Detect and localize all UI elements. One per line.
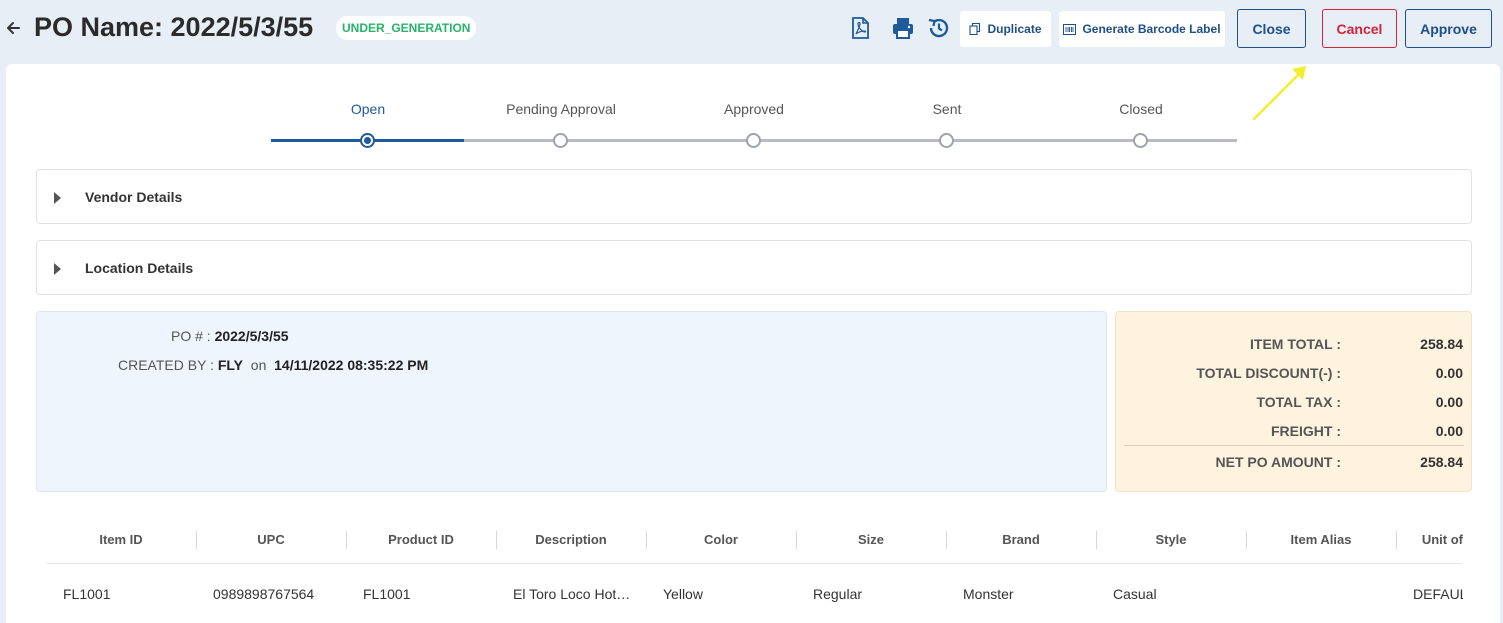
cell-style: Casual xyxy=(1113,586,1157,602)
column-separator xyxy=(1246,531,1247,549)
copy-icon xyxy=(969,23,981,35)
column-header-style[interactable]: Style xyxy=(1096,532,1246,547)
step-dot-pending-approval xyxy=(553,133,568,148)
cell-item-id: FL1001 xyxy=(63,586,111,602)
freight-label: FREIGHT : xyxy=(1271,423,1341,439)
vendor-details-label: Vendor Details xyxy=(85,189,183,205)
barcode-icon xyxy=(1063,23,1077,35)
item-total-value: 258.84 xyxy=(1420,336,1463,352)
step-label-approved: Approved xyxy=(724,101,784,117)
vendor-details-section[interactable]: Vendor Details xyxy=(36,169,1472,224)
cell-upc: 0989898767564 xyxy=(213,586,315,602)
net-po-amount-label: NET PO AMOUNT : xyxy=(1215,454,1341,470)
column-separator xyxy=(346,531,347,549)
freight-value: 0.00 xyxy=(1435,423,1463,439)
caret-right-icon xyxy=(54,263,61,275)
generate-barcode-button[interactable]: Generate Barcode Label xyxy=(1059,11,1225,47)
column-header-upc[interactable]: UPC xyxy=(196,532,346,547)
caret-right-icon xyxy=(54,192,61,204)
created-by-row: CREATED BY : FLY on 14/11/2022 08:35:22 … xyxy=(118,357,429,373)
po-number-row: PO # : 2022/5/3/55 xyxy=(171,328,289,344)
step-dot-sent xyxy=(939,133,954,148)
total-discount-value: 0.00 xyxy=(1435,365,1463,381)
column-separator xyxy=(1096,531,1097,549)
total-discount-label: TOTAL DISCOUNT(-) : xyxy=(1196,365,1341,381)
cell-size: Regular xyxy=(813,586,863,602)
close-button[interactable]: Close xyxy=(1237,9,1306,48)
step-label-closed: Closed xyxy=(1119,101,1163,117)
page-header: PO Name: 2022/5/3/55 UNDER_GENERATION Du… xyxy=(0,0,1503,60)
step-dot-open xyxy=(360,133,375,148)
cell-color: Yellow xyxy=(663,586,703,602)
step-dot-approved xyxy=(746,133,761,148)
column-header-brand[interactable]: Brand xyxy=(946,532,1096,547)
print-icon[interactable] xyxy=(891,16,915,40)
column-header-description[interactable]: Description xyxy=(496,532,646,547)
page-title: PO Name: 2022/5/3/55 xyxy=(34,12,314,42)
step-label-sent: Sent xyxy=(932,101,962,117)
step-dot-closed xyxy=(1133,133,1148,148)
approve-button[interactable]: Approve xyxy=(1405,9,1492,48)
column-separator xyxy=(796,531,797,549)
duplicate-button[interactable]: Duplicate xyxy=(960,11,1051,47)
column-separator xyxy=(946,531,947,549)
column-header-color[interactable]: Color xyxy=(646,532,796,547)
cancel-button[interactable]: Cancel xyxy=(1322,9,1397,48)
annotation-arrow-icon xyxy=(1252,66,1306,121)
location-details-section[interactable]: Location Details xyxy=(36,240,1472,295)
net-po-amount-value: 258.84 xyxy=(1420,454,1463,470)
cell-product-id: FL1001 xyxy=(363,586,411,602)
column-separator xyxy=(196,531,197,549)
step-label-pending-approval: Pending Approval xyxy=(506,101,616,117)
cell-brand: Monster xyxy=(963,586,1014,602)
step-label-open: Open xyxy=(350,101,386,117)
column-header-product-id[interactable]: Product ID xyxy=(346,532,496,547)
back-arrow-icon[interactable] xyxy=(4,18,22,38)
column-separator xyxy=(646,531,647,549)
pdf-icon[interactable] xyxy=(848,16,872,40)
column-separator xyxy=(496,531,497,549)
history-icon[interactable] xyxy=(927,16,951,40)
column-header-item-alias[interactable]: Item Alias xyxy=(1246,532,1396,547)
column-separator xyxy=(1396,531,1397,549)
column-header-size[interactable]: Size xyxy=(796,532,946,547)
totals-divider xyxy=(1124,445,1464,446)
column-header-unit-of[interactable]: Unit of xyxy=(1396,532,1463,547)
item-total-label: ITEM TOTAL : xyxy=(1250,336,1341,352)
table-header-divider xyxy=(46,563,1462,564)
location-details-label: Location Details xyxy=(85,260,194,276)
column-header-item-id[interactable]: Item ID xyxy=(46,532,196,547)
totals-panel: ITEM TOTAL : 258.84 TOTAL DISCOUNT(-) : … xyxy=(1115,311,1472,492)
po-info-panel: PO # : 2022/5/3/55 CREATED BY : FLY on 1… xyxy=(36,311,1107,492)
total-tax-label: TOTAL TAX : xyxy=(1256,394,1341,410)
status-badge: UNDER_GENERATION xyxy=(336,16,477,40)
cell-description: El Toro Loco Hot… xyxy=(513,586,631,602)
cell-unit-of: DEFAUL xyxy=(1413,586,1463,602)
total-tax-value: 0.00 xyxy=(1435,394,1463,410)
